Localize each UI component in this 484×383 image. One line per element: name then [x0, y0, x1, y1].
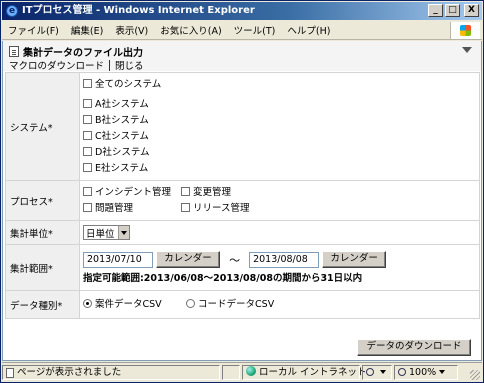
menu-tools[interactable]: ツール(T) [234, 23, 276, 37]
chevron-down-icon [380, 370, 386, 374]
checkbox[interactable] [83, 186, 92, 196]
menu-view[interactable]: 表示(V) [115, 23, 148, 37]
end-date-input[interactable]: 2013/08/08 [249, 251, 320, 268]
page-title: 集計データのファイル出力 [23, 48, 143, 59]
unit-select[interactable]: 日単位 [83, 225, 130, 240]
menu-bar: ファイル(F) 編集(E) 表示(V) お気に入り(A) ツール(T) ヘルプ(… [2, 21, 482, 40]
menu-help[interactable]: ヘルプ(H) [287, 23, 330, 37]
process-release-checkbox[interactable]: リリース管理 [181, 201, 301, 217]
system-c-checkbox[interactable]: C社システム [83, 129, 479, 145]
page-content: 集計データのファイル出力 マクロのダウンロード 閉じる システム* 全てのシステ… [2, 41, 482, 361]
checkbox[interactable] [83, 146, 92, 156]
windows-logo-icon [450, 22, 480, 39]
system-a-checkbox[interactable]: A社システム [83, 97, 479, 113]
system-all-checkbox[interactable]: 全てのシステム [83, 77, 479, 93]
document-icon [9, 46, 19, 57]
range-label: 集計範囲* [5, 244, 80, 291]
lock-icon [366, 368, 374, 376]
process-incident-checkbox[interactable]: インシデント管理 [83, 185, 181, 201]
page-toolbar: マクロのダウンロード 閉じる [7, 58, 146, 72]
status-bar: ページが表示されました ローカル イントラネット 100% [2, 362, 482, 382]
security-zone: ローカル イントラネット [242, 365, 367, 380]
checkbox[interactable] [83, 162, 92, 172]
checkbox[interactable] [181, 202, 190, 212]
close-link[interactable]: 閉じる [113, 58, 146, 72]
radio-selected[interactable] [83, 298, 92, 308]
browser-window: e ITプロセス管理 - Windows Internet Explorer _… [0, 0, 484, 383]
radio[interactable] [186, 298, 196, 308]
process-label: プロセス* [5, 180, 80, 221]
chevron-down-icon[interactable] [117, 226, 129, 239]
minimize-button[interactable]: _ [428, 4, 443, 17]
system-label: システム* [5, 72, 80, 181]
macro-download-link[interactable]: マクロのダウンロード [7, 58, 106, 72]
checkbox[interactable] [83, 98, 92, 108]
data-type-label: データ種別* [5, 290, 80, 319]
zoom-icon [398, 368, 406, 376]
code-data-radio[interactable]: コードデータCSV [186, 297, 274, 313]
system-b-checkbox[interactable]: B社システム [83, 113, 479, 129]
range-tilde: 〜 [229, 253, 241, 267]
maximize-button[interactable]: □ [445, 4, 460, 17]
chevron-down-icon [439, 370, 446, 374]
resize-grip-icon[interactable] [470, 370, 480, 380]
checkbox[interactable] [83, 114, 92, 124]
end-calendar-button[interactable]: カレンダー [322, 251, 387, 268]
collapse-icon[interactable] [462, 47, 472, 53]
close-button[interactable]: X [464, 4, 479, 17]
ie-logo-icon: e [6, 5, 18, 17]
checkbox[interactable] [83, 78, 92, 88]
title-bar: e ITプロセス管理 - Windows Internet Explorer _… [2, 2, 482, 20]
protected-mode[interactable] [362, 365, 392, 380]
unit-label: 集計単位* [5, 220, 80, 245]
checkbox[interactable] [83, 202, 92, 212]
system-e-checkbox[interactable]: E社システム [83, 161, 479, 177]
menu-file[interactable]: ファイル(F) [8, 23, 59, 37]
menu-edit[interactable]: 編集(E) [71, 23, 103, 37]
menu-favorites[interactable]: お気に入り(A) [160, 23, 221, 37]
toolbar-separator [109, 59, 111, 71]
checkbox[interactable] [181, 186, 190, 196]
start-date-input[interactable]: 2013/07/10 [83, 251, 153, 268]
status-text: ページが表示されました [17, 367, 122, 378]
export-form: システム* 全てのシステム A社システム B社システム C社システム D社システ… [5, 72, 480, 319]
start-calendar-button[interactable]: カレンダー [156, 251, 221, 268]
page-icon [6, 367, 14, 378]
checkbox[interactable] [83, 130, 92, 140]
range-note: 指定可能範囲:2013/06/08〜2013/08/08の期間から31日以内 [83, 273, 363, 284]
download-button[interactable]: データのダウンロード [357, 339, 471, 356]
system-d-checkbox[interactable]: D社システム [83, 145, 479, 161]
page-header: 集計データのファイル出力 マクロのダウンロード 閉じる [3, 41, 481, 72]
process-problem-checkbox[interactable]: 問題管理 [83, 201, 181, 217]
globe-icon [246, 366, 256, 376]
zoom-control[interactable]: 100% [394, 365, 458, 380]
case-data-radio[interactable]: 案件データCSV [83, 297, 183, 313]
window-title: ITプロセス管理 - Windows Internet Explorer [22, 5, 255, 16]
process-change-checkbox[interactable]: 変更管理 [181, 185, 301, 201]
